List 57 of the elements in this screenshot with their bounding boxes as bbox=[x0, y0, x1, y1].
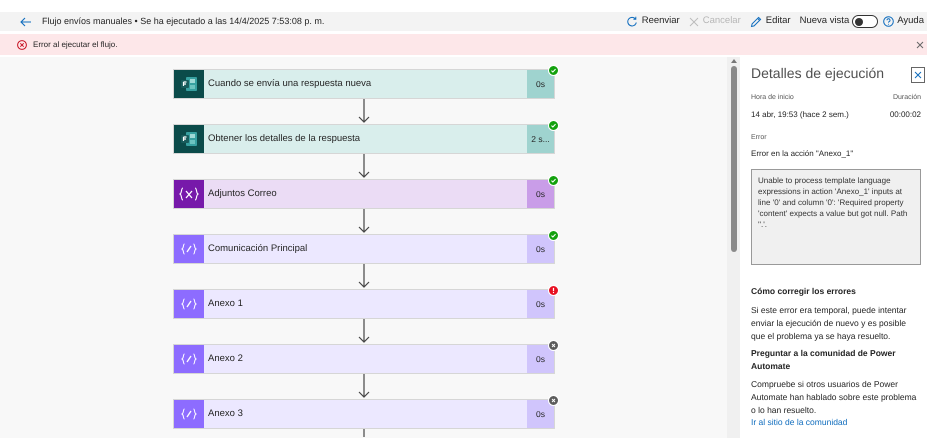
step-duration: 0s bbox=[527, 290, 554, 318]
forms-app-icon bbox=[181, 77, 197, 91]
compose-icon bbox=[181, 353, 197, 365]
refresh-icon bbox=[626, 16, 638, 28]
close-button[interactable] bbox=[916, 40, 924, 48]
toolbar-button[interactable]: Editar bbox=[750, 14, 791, 29]
start-time-value: 14 abr, 19:53 (hace 2 sem.) bbox=[751, 108, 849, 120]
duration-value: 00:00:02 bbox=[890, 108, 921, 120]
flow-run-title: Flujo envíos manuales • Se ha ejecutado a las 14/4/2025 7:53:08 p. m. bbox=[42, 14, 324, 28]
step-title: Cuando se envía una respuesta nueva bbox=[207, 76, 372, 91]
close-panel-button[interactable] bbox=[911, 67, 925, 83]
error-circle-icon bbox=[17, 40, 27, 50]
variable-icon bbox=[179, 187, 199, 201]
connector-arrow bbox=[358, 319, 370, 344]
toggle-switch[interactable] bbox=[852, 15, 878, 28]
forms-app-icon bbox=[181, 132, 197, 146]
community-heading: Preguntar a la comunidad de Power Automate bbox=[751, 346, 897, 373]
error-summary: Error en la acción "Anexo_1" bbox=[751, 148, 854, 160]
help-icon bbox=[883, 16, 894, 27]
fix-heading: Cómo corregir los errores bbox=[751, 285, 857, 298]
step-duration: 0s bbox=[527, 400, 554, 428]
back-button[interactable] bbox=[20, 16, 32, 26]
back-arrow-icon bbox=[20, 16, 32, 26]
community-link[interactable]: Ir al sitio de la comunidad bbox=[751, 416, 925, 428]
step-duration: 0s bbox=[527, 180, 554, 208]
step-title: Anexo 1 bbox=[207, 296, 244, 311]
toggle-label: Nueva vista bbox=[800, 14, 850, 28]
scroll-up-icon bbox=[730, 59, 736, 63]
compose-icon bbox=[181, 243, 197, 255]
error-detail-box: Unable to process template language expressions in action 'Anexo_1' inputs at line '0' and column '0': 'Required property 'content' expects a value but got null. Path ''.'. bbox=[751, 169, 921, 265]
pencil-icon bbox=[750, 16, 762, 28]
toolbar-button[interactable]: Reenviar bbox=[626, 14, 680, 29]
panel-title: Detalles de ejecución bbox=[751, 64, 884, 83]
error-message: Error al ejecutar el flujo. bbox=[33, 38, 118, 50]
compose-icon bbox=[181, 298, 197, 310]
close-icon bbox=[914, 71, 922, 79]
fix-text: Si este error era temporal, puede intentar enviar la ejecución de nuevo y es posible que el problema ya se haya resuelto. bbox=[751, 304, 908, 343]
step-title: Anexo 2 bbox=[207, 352, 244, 366]
community-text: Compruebe si otros usuarios de Power Automate han hablado sobre este problema o lo han resuelto. bbox=[751, 378, 918, 417]
close-icon bbox=[916, 40, 924, 48]
compose-icon bbox=[181, 408, 197, 420]
close-icon bbox=[688, 16, 699, 26]
connector-arrow bbox=[358, 264, 370, 289]
connector-arrow bbox=[358, 99, 370, 124]
help-button[interactable]: Ayuda bbox=[883, 14, 924, 29]
step-title: Anexo 3 bbox=[207, 406, 244, 421]
step-title: Adjuntos Correo bbox=[207, 186, 278, 201]
step-duration: 0s bbox=[527, 235, 554, 263]
connector-arrow bbox=[358, 209, 370, 234]
connector-arrow bbox=[358, 374, 370, 399]
step-duration: 2 s... bbox=[527, 125, 554, 153]
connector-arrow bbox=[358, 154, 370, 179]
scrollbar-thumb[interactable] bbox=[730, 66, 736, 252]
step-title: Comunicación Principal bbox=[207, 242, 308, 256]
step-duration: 0s bbox=[527, 345, 554, 373]
step-title: Obtener los detalles de la respuesta bbox=[207, 132, 362, 146]
step-duration: 0s bbox=[527, 70, 554, 98]
